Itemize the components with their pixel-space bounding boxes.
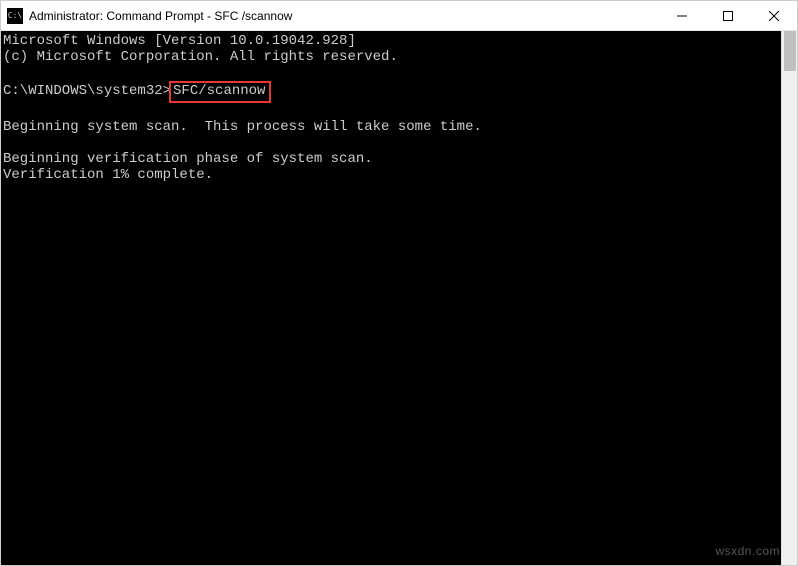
maximize-button[interactable] — [705, 1, 751, 30]
command-prompt-window: C:\ Administrator: Command Prompt - SFC … — [0, 0, 798, 566]
close-button[interactable] — [751, 1, 797, 30]
minimize-button[interactable] — [659, 1, 705, 30]
cmd-icon: C:\ — [7, 8, 23, 24]
terminal-container: Microsoft Windows [Version 10.0.19042.92… — [1, 31, 797, 565]
window-title: Administrator: Command Prompt - SFC /sca… — [29, 9, 659, 23]
verification-progress-line: Verification 1% complete. — [3, 167, 213, 183]
cmd-icon-text: C:\ — [8, 12, 22, 20]
copyright-line: (c) Microsoft Corporation. All rights re… — [3, 49, 398, 65]
prompt-path: C:\WINDOWS\system32> — [3, 83, 171, 99]
titlebar[interactable]: C:\ Administrator: Command Prompt - SFC … — [1, 1, 797, 31]
terminal-output[interactable]: Microsoft Windows [Version 10.0.19042.92… — [1, 31, 781, 565]
version-line: Microsoft Windows [Version 10.0.19042.92… — [3, 33, 356, 49]
verification-phase-line: Beginning verification phase of system s… — [3, 151, 373, 167]
command-highlight: SFC/scannow — [169, 81, 271, 103]
command-text: SFC/scannow — [173, 83, 265, 99]
vertical-scrollbar[interactable] — [781, 31, 797, 565]
scrollbar-thumb[interactable] — [784, 31, 796, 71]
scan-begin-line: Beginning system scan. This process will… — [3, 119, 482, 135]
window-controls — [659, 1, 797, 30]
